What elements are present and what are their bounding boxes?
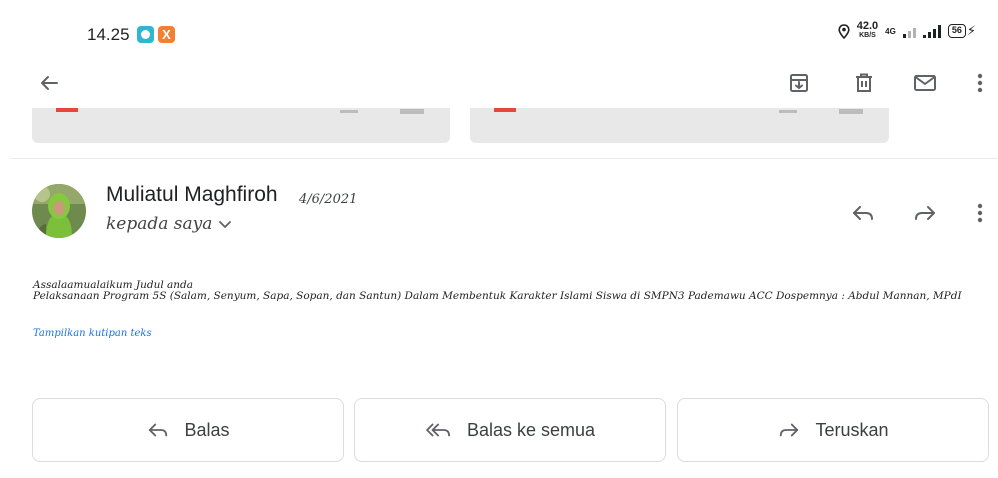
save-to-drive-icon — [839, 109, 863, 114]
chevron-down-icon — [219, 221, 232, 228]
x-notification-icon: X — [158, 26, 175, 43]
recipient-label: kepada saya — [106, 214, 213, 234]
forward-icon — [915, 206, 935, 220]
status-indicators: 42.0 KB/S 4G 56 ⚡ — [838, 20, 976, 40]
body-line-content: Pelaksanaan Program 5S (Salam, Senyum, S… — [33, 290, 962, 302]
more-vert-icon — [977, 73, 983, 93]
pdf-icon — [494, 108, 516, 112]
sender-avatar[interactable] — [32, 184, 86, 238]
back-button[interactable] — [32, 66, 66, 100]
reply-all-button-label: Balas ke semua — [466, 419, 596, 440]
more-vert-icon — [977, 203, 983, 223]
signal-strength-icon-2 — [922, 24, 941, 38]
reply-button-label: Balas — [184, 419, 230, 440]
app-bar — [0, 64, 998, 108]
chat-notification-icon — [137, 26, 154, 43]
archive-icon — [790, 74, 808, 92]
message-body: Assalaamualaikum Judul anda Pelaksanaan … — [33, 280, 995, 302]
mark-unread-button[interactable] — [908, 66, 942, 100]
location-icon — [838, 23, 850, 39]
avatar-photo — [32, 184, 86, 238]
mail-icon — [914, 75, 936, 91]
forward-button[interactable]: Teruskan — [677, 398, 989, 462]
forward-button-label: Teruskan — [815, 419, 889, 440]
show-quoted-text-link[interactable]: Tampilkan kutipan teks — [33, 328, 152, 339]
network-speed-unit: KB/S — [859, 32, 876, 39]
reply-all-button[interactable]: Balas ke semua — [354, 398, 666, 462]
forward-icon-button[interactable] — [908, 196, 942, 230]
signal-strength-icon — [902, 24, 916, 38]
recipient-details-toggle[interactable]: kepada saya — [106, 214, 232, 234]
attachment-card[interactable] — [470, 108, 889, 143]
reply-icon — [146, 419, 170, 441]
network-type: 4G — [885, 26, 896, 36]
reply-icon-button[interactable] — [846, 196, 880, 230]
forward-icon — [777, 419, 801, 441]
delete-button[interactable] — [847, 66, 881, 100]
back-arrow-icon — [41, 76, 58, 90]
message-date: 4/6/2021 — [299, 192, 358, 207]
reply-all-icon — [425, 419, 453, 441]
save-to-drive-icon — [400, 109, 424, 114]
previous-attachments — [0, 108, 998, 143]
status-bar: 14.25 X 42.0 KB/S 4G 56 ⚡ — [0, 0, 998, 64]
download-icon — [340, 110, 358, 113]
battery-level: 56 — [947, 24, 966, 38]
sender-name: Muliatul Maghfiroh — [106, 183, 278, 206]
reply-icon — [853, 206, 873, 220]
reply-button[interactable]: Balas — [32, 398, 344, 462]
more-options-button[interactable] — [968, 66, 992, 100]
attachment-card[interactable] — [32, 108, 450, 143]
pdf-icon — [56, 108, 78, 112]
charging-icon: ⚡ — [966, 23, 976, 38]
battery-icon: 56 ⚡ — [947, 23, 976, 39]
network-speed-value: 42.0 — [856, 20, 879, 32]
message-divider — [10, 158, 998, 159]
status-time: 14.25 — [87, 25, 130, 44]
message-more-button[interactable] — [968, 196, 992, 230]
network-speed: 42.0 KB/S — [856, 20, 879, 40]
archive-button[interactable] — [782, 66, 816, 100]
trash-icon — [856, 73, 872, 92]
download-icon — [779, 110, 797, 113]
